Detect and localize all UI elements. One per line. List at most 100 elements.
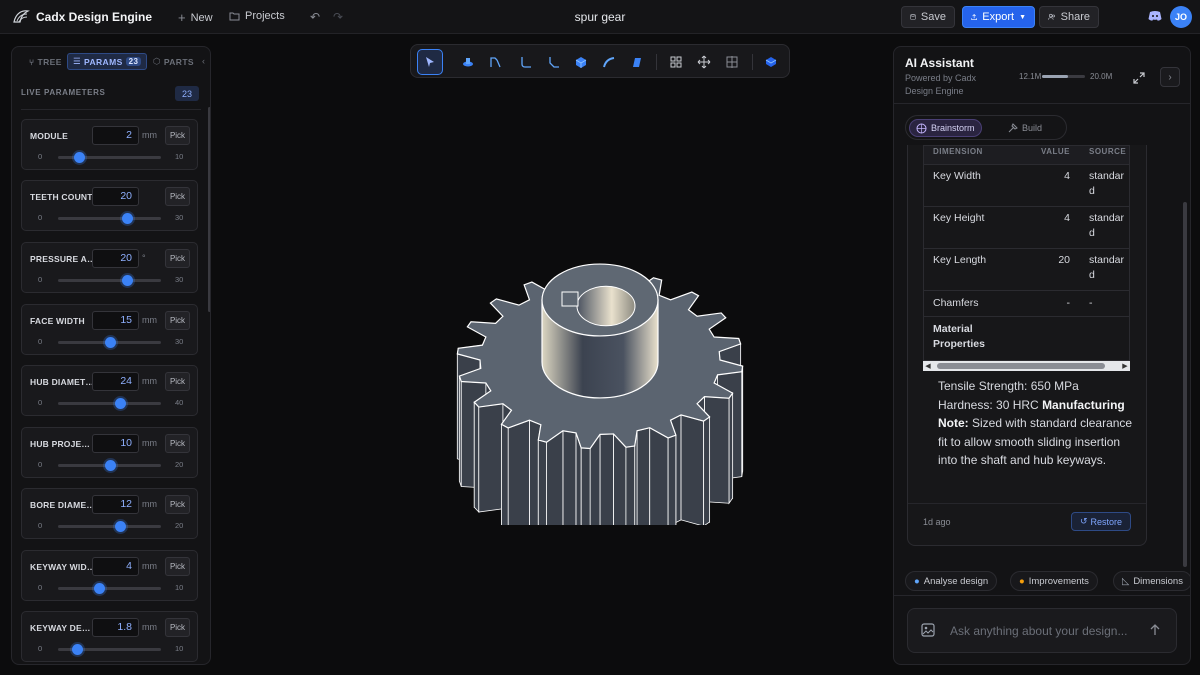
- save-icon: [910, 14, 916, 20]
- chevron-down-icon: ▼: [1019, 13, 1026, 21]
- sketch-icon: [490, 57, 501, 68]
- pick-button[interactable]: Pick: [165, 126, 190, 145]
- param-slider[interactable]: [58, 398, 161, 409]
- slider-thumb[interactable]: [121, 213, 133, 224]
- tab-params[interactable]: ☰ PARAMS 23: [67, 53, 148, 70]
- param-value-input[interactable]: 20: [92, 249, 139, 268]
- table-horizontal-scrollbar[interactable]: ◀ ▶: [923, 361, 1130, 371]
- param-value-input[interactable]: 12: [92, 495, 139, 514]
- fillet-tool[interactable]: [513, 49, 539, 75]
- pick-button[interactable]: Pick: [165, 249, 190, 268]
- share-button[interactable]: Share: [1039, 6, 1099, 28]
- slider-thumb[interactable]: [104, 460, 116, 471]
- param-slider[interactable]: [58, 460, 161, 471]
- redo-icon[interactable]: ↷: [333, 10, 343, 24]
- brain-icon: [916, 123, 927, 133]
- pick-button[interactable]: Pick: [165, 187, 190, 206]
- param-slider[interactable]: [58, 583, 161, 594]
- slider-thumb[interactable]: [114, 398, 126, 409]
- slider-thumb[interactable]: [94, 583, 106, 594]
- collapse-ai-panel-button[interactable]: ›: [1160, 67, 1180, 87]
- send-arrow-icon[interactable]: [1146, 621, 1164, 639]
- tab-parts[interactable]: ⬡ PARTS: [148, 53, 199, 70]
- slider-thumb[interactable]: [114, 521, 126, 532]
- params-scrollbar[interactable]: [208, 107, 210, 312]
- move-tool[interactable]: [691, 49, 717, 75]
- param-value-input[interactable]: 2: [92, 126, 139, 145]
- param-slider[interactable]: [58, 275, 161, 286]
- pick-button[interactable]: Pick: [165, 618, 190, 637]
- section-tool[interactable]: [719, 49, 745, 75]
- scroll-left-icon[interactable]: ◀: [923, 361, 933, 371]
- restore-button[interactable]: ↺ Restore: [1071, 512, 1131, 531]
- gear-tooth-face: [507, 419, 530, 525]
- value-cell: 20: [1058, 254, 1070, 266]
- cube-view-tool[interactable]: [758, 49, 784, 75]
- slider-thumb[interactable]: [121, 275, 133, 286]
- sweep-tool[interactable]: [596, 49, 622, 75]
- projects-button[interactable]: Projects: [229, 10, 285, 22]
- param-slider[interactable]: [58, 521, 161, 532]
- dimension-cell: Key Height: [933, 212, 985, 224]
- pick-button[interactable]: Pick: [165, 434, 190, 453]
- scrollbar-thumb[interactable]: [937, 363, 1105, 369]
- grid-view-tool[interactable]: [663, 49, 689, 75]
- gear-3d-model[interactable]: [440, 220, 760, 525]
- chamfer-tool[interactable]: [541, 49, 567, 75]
- chat-input[interactable]: [950, 620, 1140, 642]
- left-panel-tabs: ⑂ TREE ☰ PARAMS 23 ⬡ PARTS ‹: [12, 47, 210, 75]
- pick-button[interactable]: Pick: [165, 311, 190, 330]
- tab-tree[interactable]: ⑂ TREE: [24, 53, 67, 70]
- chip-label: Improvements: [1028, 575, 1089, 587]
- gear-body: [456, 263, 744, 525]
- undo-icon[interactable]: ↶: [310, 10, 320, 24]
- mode-brainstorm[interactable]: Brainstorm: [909, 119, 982, 137]
- loft-tool[interactable]: [623, 49, 649, 75]
- tab-parts-label: PARTS: [163, 56, 195, 67]
- extrude-tool[interactable]: [568, 49, 594, 75]
- param-value-input[interactable]: 20: [92, 187, 139, 206]
- slider-thumb[interactable]: [73, 152, 85, 163]
- slider-thumb[interactable]: [71, 644, 83, 655]
- cube-icon: ⬡: [153, 56, 161, 66]
- pick-button[interactable]: Pick: [165, 557, 190, 576]
- dimensions-chip[interactable]: ◺ Dimensions: [1113, 571, 1190, 591]
- expand-icon[interactable]: [1132, 71, 1146, 85]
- param-value-input[interactable]: 24: [92, 372, 139, 391]
- param-slider[interactable]: [58, 644, 161, 655]
- param-slider[interactable]: [58, 152, 161, 163]
- param-value-input[interactable]: 15: [92, 311, 139, 330]
- select-tool[interactable]: [417, 49, 443, 75]
- pick-button[interactable]: Pick: [165, 372, 190, 391]
- param-min: 0: [38, 275, 43, 284]
- gear-tooth-face: [728, 391, 734, 505]
- new-label: New: [190, 11, 213, 24]
- discord-icon[interactable]: [1148, 10, 1162, 22]
- tree-icon: ⑂: [29, 56, 35, 67]
- primitive-tool[interactable]: [455, 49, 481, 75]
- image-attach-icon[interactable]: [920, 622, 936, 638]
- param-value-input[interactable]: 1.8: [92, 618, 139, 637]
- slider-thumb[interactable]: [104, 337, 116, 348]
- improvements-chip[interactable]: ● Improvements: [1010, 571, 1098, 591]
- new-button[interactable]: + New: [178, 10, 213, 25]
- pick-button[interactable]: Pick: [165, 495, 190, 514]
- collapse-panel-icon[interactable]: ‹: [202, 56, 205, 66]
- export-button[interactable]: Export ▼: [962, 6, 1035, 28]
- param-slider[interactable]: [58, 337, 161, 348]
- chat-scrollbar[interactable]: [1183, 202, 1187, 567]
- param-slider[interactable]: [58, 213, 161, 224]
- document-title[interactable]: spur gear: [575, 10, 626, 24]
- save-button[interactable]: Save: [901, 6, 955, 28]
- analyse-design-chip[interactable]: ● Analyse design: [905, 571, 998, 591]
- column-header: SOURCE: [1089, 147, 1127, 156]
- scroll-right-icon[interactable]: ▶: [1120, 361, 1130, 371]
- ai-panel-title: AI Assistant: [905, 56, 974, 70]
- projects-label: Projects: [245, 10, 285, 22]
- save-label: Save: [920, 11, 946, 23]
- avatar[interactable]: JO: [1170, 6, 1192, 28]
- mode-build[interactable]: Build: [1002, 119, 1048, 137]
- param-value-input[interactable]: 10: [92, 434, 139, 453]
- sketch-tool[interactable]: [482, 49, 508, 75]
- param-value-input[interactable]: 4: [92, 557, 139, 576]
